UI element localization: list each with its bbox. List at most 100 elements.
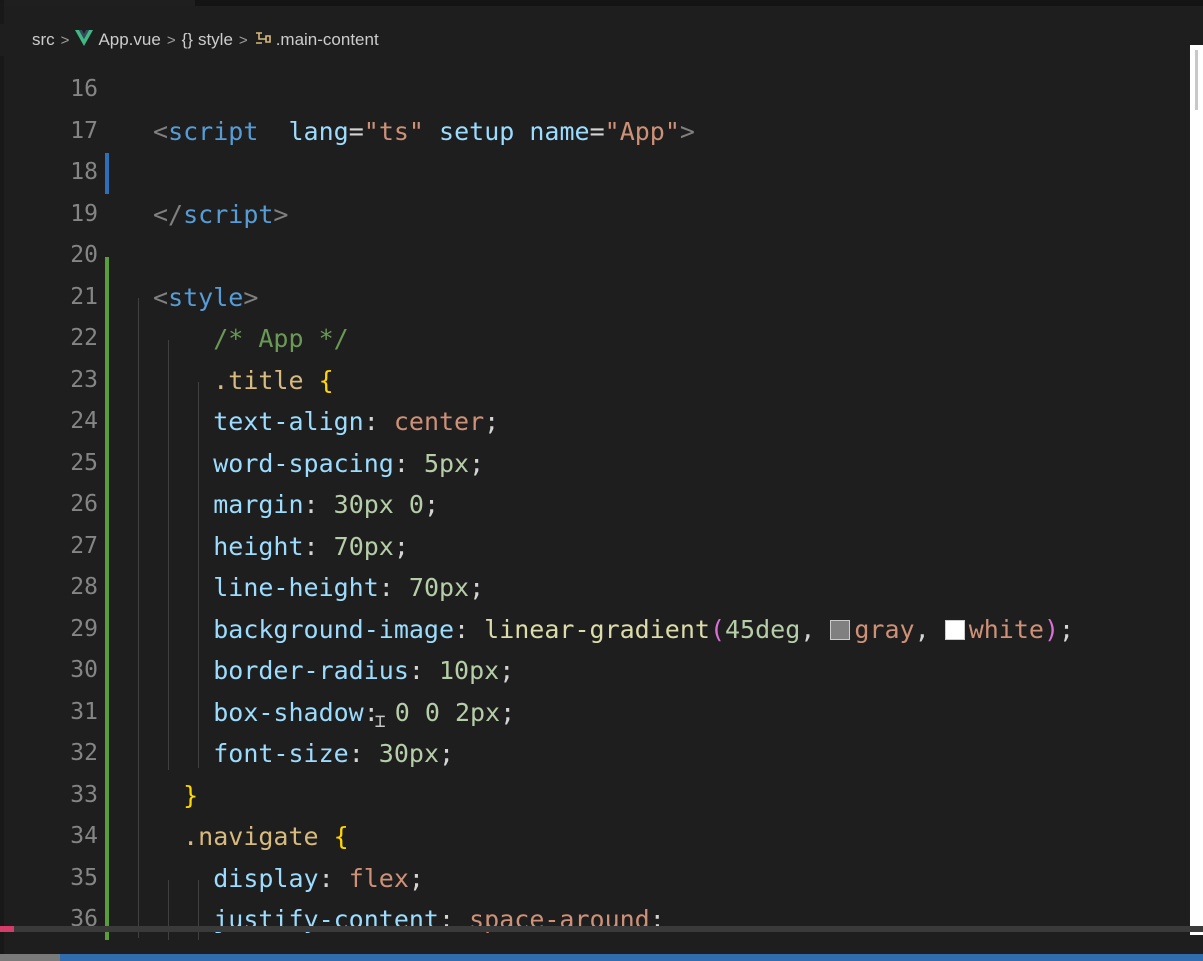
code-line[interactable]: 35 display: flex; — [0, 858, 1190, 900]
code-line[interactable]: 23 .title { — [0, 360, 1190, 402]
code-token: : — [408, 656, 439, 685]
line-number: 19 — [70, 200, 98, 227]
code-line[interactable]: 19 </script> — [0, 194, 1190, 236]
code-line[interactable]: 34 .navigate { — [0, 816, 1190, 858]
line-number: 21 — [70, 283, 98, 310]
code-token: < — [153, 282, 169, 312]
code-line[interactable]: 31 box-shadow:⌶ 0 0 2px; — [0, 692, 1190, 734]
code-token: ( — [709, 614, 725, 644]
code-line[interactable]: 28 line-height: 70px; — [0, 567, 1190, 609]
code-token: : — [303, 490, 334, 519]
code-token: ; — [469, 448, 485, 478]
code-editor[interactable]: 16 17 <script lang="ts" setup name="App"> 1… — [0, 70, 1190, 940]
code-line[interactable]: 21 <style> — [0, 277, 1190, 319]
code-text: justify-content: space-around; — [153, 899, 665, 940]
code-token: : — [454, 614, 485, 644]
code-token: { — [333, 822, 349, 851]
breadcrumb-label: style — [197, 30, 233, 49]
code-line[interactable]: 17 <script lang="ts" setup name="App"> — [0, 111, 1190, 153]
code-token: "ts" — [363, 116, 424, 146]
minimap-edge[interactable] — [1190, 45, 1203, 935]
line-number: 34 — [70, 823, 98, 849]
code-token: style — [168, 282, 244, 312]
line-number: 32 — [70, 740, 98, 766]
active-tab-edge[interactable] — [0, 0, 195, 6]
code-line[interactable]: 25 word-spacing: 5px; — [0, 443, 1190, 485]
code-token: white — [968, 614, 1044, 644]
line-number: 18 — [70, 159, 98, 185]
color-swatch[interactable] — [944, 619, 965, 640]
code-token: setup — [439, 116, 515, 146]
css-selector-icon — [254, 30, 272, 51]
breadcrumb-item-app-vue[interactable]: App.vue — [75, 29, 161, 51]
code-token: 45deg — [725, 614, 801, 644]
code-token: = — [348, 116, 364, 146]
code-text: display: flex; — [153, 858, 424, 900]
code-line[interactable]: 22 /* App */ — [0, 318, 1190, 360]
code-line[interactable]: 29 background-image: linear-gradient(45d… — [0, 609, 1190, 651]
code-token: , — [800, 614, 831, 644]
code-token: ; — [500, 697, 516, 727]
code-text: /* App */ — [153, 318, 348, 360]
code-text: </script> — [153, 194, 288, 236]
status-bar-remote[interactable] — [0, 954, 60, 961]
code-token: : — [318, 863, 349, 893]
line-number: 22 — [70, 325, 98, 351]
code-line[interactable]: 24 text-align: center; — [0, 401, 1190, 443]
code-token: 0 — [394, 697, 410, 727]
code-token: ; — [423, 490, 440, 519]
code-token: { — [318, 365, 334, 395]
breadcrumb-item-style[interactable]: {} style — [182, 30, 233, 50]
code-token: ; — [484, 407, 500, 436]
code-token: font-size — [213, 739, 349, 768]
vue-icon — [75, 29, 94, 51]
horizontal-scrollbar[interactable] — [0, 926, 1203, 932]
code-line[interactable]: 30 border-radius: 10px; — [0, 650, 1190, 692]
breadcrumb-label: src — [32, 30, 55, 49]
code-line[interactable]: 27 height: 70px; — [0, 526, 1190, 568]
line-number: 27 — [70, 532, 98, 559]
code-token: ; — [1059, 614, 1075, 644]
code-line[interactable]: 18 — [0, 152, 1190, 194]
code-line[interactable]: 20 — [0, 235, 1190, 277]
breadcrumb-separator: > — [238, 31, 248, 49]
code-line[interactable]: 26 margin: 30px 0; — [0, 484, 1190, 526]
code-token: word-spacing — [213, 448, 394, 478]
scrollbar-thumb[interactable] — [0, 926, 14, 932]
code-token: , — [914, 614, 945, 644]
code-token: 10px — [439, 656, 500, 685]
code-token: ; — [499, 656, 515, 685]
code-line[interactable]: 16 — [0, 70, 1190, 111]
tab-bar-strip — [0, 0, 1203, 6]
code-token: : — [363, 407, 394, 436]
code-line[interactable]: 32 font-size: 30px; — [0, 733, 1190, 775]
code-token: = — [589, 116, 605, 146]
line-number: 29 — [70, 615, 98, 642]
code-line[interactable]: 33 } — [0, 775, 1190, 817]
code-token: script — [183, 199, 274, 229]
code-token: background-image — [213, 614, 455, 644]
code-text: font-size: 30px; — [153, 733, 454, 775]
breadcrumb: src > App.vue > {} style > .main-content — [0, 24, 1190, 56]
code-line[interactable]: 36 justify-content: space-around; — [0, 899, 1190, 940]
code-token: linear-gradient — [484, 614, 710, 644]
breadcrumb-separator: > — [166, 31, 176, 49]
breadcrumb-item-main-content[interactable]: .main-content — [254, 30, 379, 51]
code-token: flex — [348, 863, 409, 893]
color-swatch[interactable] — [830, 619, 851, 640]
breadcrumb-item-src[interactable]: src — [32, 30, 55, 50]
minimap-slider[interactable] — [1195, 50, 1198, 110]
code-text: border-radius: 10px; — [153, 650, 514, 692]
